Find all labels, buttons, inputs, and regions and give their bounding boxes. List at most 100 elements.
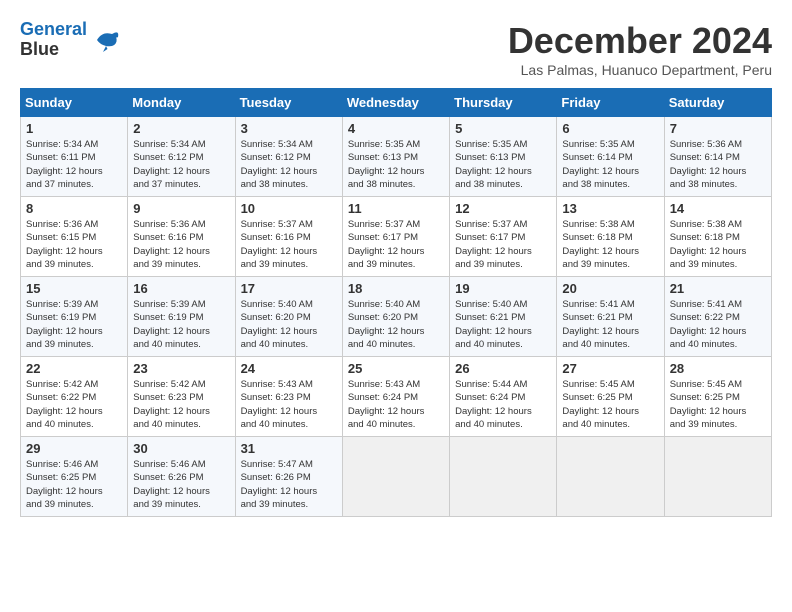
- calendar-cell: 19 Sunrise: 5:40 AM Sunset: 6:21 PM Dayli…: [450, 277, 557, 357]
- calendar-week-row: 8 Sunrise: 5:36 AM Sunset: 6:15 PM Daylig…: [21, 197, 772, 277]
- day-number: 6: [562, 121, 658, 136]
- calendar-cell: 1 Sunrise: 5:34 AM Sunset: 6:11 PM Daylig…: [21, 117, 128, 197]
- calendar-cell: 27 Sunrise: 5:45 AM Sunset: 6:25 PM Dayli…: [557, 357, 664, 437]
- day-number: 29: [26, 441, 122, 456]
- day-info: Sunrise: 5:37 AM Sunset: 6:16 PM Dayligh…: [241, 218, 337, 271]
- day-number: 10: [241, 201, 337, 216]
- calendar-cell: 7 Sunrise: 5:36 AM Sunset: 6:14 PM Daylig…: [664, 117, 771, 197]
- day-number: 18: [348, 281, 444, 296]
- day-info: Sunrise: 5:36 AM Sunset: 6:16 PM Dayligh…: [133, 218, 229, 271]
- calendar-cell: 13Sunrise: 5:38 AM Sunset: 6:18 PM Dayli…: [557, 197, 664, 277]
- calendar-cell: 16Sunrise: 5:39 AM Sunset: 6:19 PM Dayli…: [128, 277, 235, 357]
- col-wednesday: Wednesday: [342, 89, 449, 117]
- col-tuesday: Tuesday: [235, 89, 342, 117]
- day-number: 5: [455, 121, 551, 136]
- day-info: Sunrise: 5:40 AM Sunset: 6:21 PM Dayligh…: [455, 298, 551, 351]
- day-number: 7: [670, 121, 766, 136]
- day-info: Sunrise: 5:40 AM Sunset: 6:20 PM Dayligh…: [241, 298, 337, 351]
- day-info: Sunrise: 5:44 AM Sunset: 6:24 PM Dayligh…: [455, 378, 551, 431]
- day-number: 4: [348, 121, 444, 136]
- day-number: 1: [26, 121, 122, 136]
- calendar-cell: 9 Sunrise: 5:36 AM Sunset: 6:16 PM Daylig…: [128, 197, 235, 277]
- calendar-cell: [664, 437, 771, 517]
- col-saturday: Saturday: [664, 89, 771, 117]
- calendar-week-row: 29 Sunrise: 5:46 AM Sunset: 6:25 PM Dayli…: [21, 437, 772, 517]
- day-info: Sunrise: 5:43 AM Sunset: 6:24 PM Dayligh…: [348, 378, 444, 431]
- calendar-week-row: 22Sunrise: 5:42 AM Sunset: 6:22 PM Dayli…: [21, 357, 772, 437]
- day-number: 15: [26, 281, 122, 296]
- day-number: 23: [133, 361, 229, 376]
- calendar-table: Sunday Monday Tuesday Wednesday Thursday…: [20, 88, 772, 517]
- calendar-cell: 29 Sunrise: 5:46 AM Sunset: 6:25 PM Dayli…: [21, 437, 128, 517]
- day-number: 25: [348, 361, 444, 376]
- day-number: 19: [455, 281, 551, 296]
- day-info: Sunrise: 5:37 AM Sunset: 6:17 PM Dayligh…: [455, 218, 551, 271]
- calendar-cell: 12 Sunrise: 5:37 AM Sunset: 6:17 PM Dayli…: [450, 197, 557, 277]
- col-sunday: Sunday: [21, 89, 128, 117]
- day-info: Sunrise: 5:34 AM Sunset: 6:12 PM Dayligh…: [241, 138, 337, 191]
- col-monday: Monday: [128, 89, 235, 117]
- location: Las Palmas, Huanuco Department, Peru: [508, 62, 772, 78]
- calendar-week-row: 15 Sunrise: 5:39 AM Sunset: 6:19 PM Dayli…: [21, 277, 772, 357]
- day-number: 8: [26, 201, 122, 216]
- day-info: Sunrise: 5:42 AM Sunset: 6:23 PM Dayligh…: [133, 378, 229, 431]
- day-info: Sunrise: 5:43 AM Sunset: 6:23 PM Dayligh…: [241, 378, 337, 431]
- calendar-cell: 20Sunrise: 5:41 AM Sunset: 6:21 PM Dayli…: [557, 277, 664, 357]
- calendar-cell: 21Sunrise: 5:41 AM Sunset: 6:22 PM Dayli…: [664, 277, 771, 357]
- col-friday: Friday: [557, 89, 664, 117]
- calendar-cell: 26 Sunrise: 5:44 AM Sunset: 6:24 PM Dayli…: [450, 357, 557, 437]
- calendar-cell: [450, 437, 557, 517]
- page-header: GeneralBlue December 2024 Las Palmas, Hu…: [20, 20, 772, 78]
- calendar-cell: 31Sunrise: 5:47 AM Sunset: 6:26 PM Dayli…: [235, 437, 342, 517]
- day-info: Sunrise: 5:45 AM Sunset: 6:25 PM Dayligh…: [562, 378, 658, 431]
- calendar-cell: 11Sunrise: 5:37 AM Sunset: 6:17 PM Dayli…: [342, 197, 449, 277]
- day-info: Sunrise: 5:35 AM Sunset: 6:13 PM Dayligh…: [455, 138, 551, 191]
- calendar-cell: 28Sunrise: 5:45 AM Sunset: 6:25 PM Dayli…: [664, 357, 771, 437]
- day-info: Sunrise: 5:37 AM Sunset: 6:17 PM Dayligh…: [348, 218, 444, 271]
- day-info: Sunrise: 5:34 AM Sunset: 6:12 PM Dayligh…: [133, 138, 229, 191]
- day-info: Sunrise: 5:40 AM Sunset: 6:20 PM Dayligh…: [348, 298, 444, 351]
- day-info: Sunrise: 5:38 AM Sunset: 6:18 PM Dayligh…: [562, 218, 658, 271]
- calendar-cell: 4Sunrise: 5:35 AM Sunset: 6:13 PM Daylig…: [342, 117, 449, 197]
- day-info: Sunrise: 5:39 AM Sunset: 6:19 PM Dayligh…: [26, 298, 122, 351]
- calendar-header-row: Sunday Monday Tuesday Wednesday Thursday…: [21, 89, 772, 117]
- day-number: 26: [455, 361, 551, 376]
- calendar-cell: 25 Sunrise: 5:43 AM Sunset: 6:24 PM Dayli…: [342, 357, 449, 437]
- day-number: 9: [133, 201, 229, 216]
- day-number: 2: [133, 121, 229, 136]
- day-number: 22: [26, 361, 122, 376]
- day-info: Sunrise: 5:46 AM Sunset: 6:25 PM Dayligh…: [26, 458, 122, 511]
- calendar-cell: 17 Sunrise: 5:40 AM Sunset: 6:20 PM Dayli…: [235, 277, 342, 357]
- calendar-cell: 18 Sunrise: 5:40 AM Sunset: 6:20 PM Dayli…: [342, 277, 449, 357]
- title-block: December 2024 Las Palmas, Huanuco Depart…: [508, 20, 772, 78]
- calendar-cell: 24 Sunrise: 5:43 AM Sunset: 6:23 PM Dayli…: [235, 357, 342, 437]
- calendar-cell: 30Sunrise: 5:46 AM Sunset: 6:26 PM Dayli…: [128, 437, 235, 517]
- day-number: 24: [241, 361, 337, 376]
- day-info: Sunrise: 5:45 AM Sunset: 6:25 PM Dayligh…: [670, 378, 766, 431]
- day-info: Sunrise: 5:36 AM Sunset: 6:15 PM Dayligh…: [26, 218, 122, 271]
- calendar-cell: 8 Sunrise: 5:36 AM Sunset: 6:15 PM Daylig…: [21, 197, 128, 277]
- day-info: Sunrise: 5:41 AM Sunset: 6:22 PM Dayligh…: [670, 298, 766, 351]
- day-number: 27: [562, 361, 658, 376]
- calendar-cell: 10 Sunrise: 5:37 AM Sunset: 6:16 PM Dayli…: [235, 197, 342, 277]
- month-title: December 2024: [508, 20, 772, 62]
- day-number: 12: [455, 201, 551, 216]
- day-number: 3: [241, 121, 337, 136]
- calendar-cell: 15 Sunrise: 5:39 AM Sunset: 6:19 PM Dayli…: [21, 277, 128, 357]
- day-number: 16: [133, 281, 229, 296]
- day-number: 14: [670, 201, 766, 216]
- day-info: Sunrise: 5:34 AM Sunset: 6:11 PM Dayligh…: [26, 138, 122, 191]
- calendar-cell: 6Sunrise: 5:35 AM Sunset: 6:14 PM Daylig…: [557, 117, 664, 197]
- col-thursday: Thursday: [450, 89, 557, 117]
- day-number: 31: [241, 441, 337, 456]
- day-number: 17: [241, 281, 337, 296]
- logo-bird-icon: [91, 25, 121, 55]
- day-info: Sunrise: 5:41 AM Sunset: 6:21 PM Dayligh…: [562, 298, 658, 351]
- day-info: Sunrise: 5:46 AM Sunset: 6:26 PM Dayligh…: [133, 458, 229, 511]
- day-info: Sunrise: 5:38 AM Sunset: 6:18 PM Dayligh…: [670, 218, 766, 271]
- calendar-cell: 2 Sunrise: 5:34 AM Sunset: 6:12 PM Daylig…: [128, 117, 235, 197]
- calendar-cell: [557, 437, 664, 517]
- calendar-cell: 3 Sunrise: 5:34 AM Sunset: 6:12 PM Daylig…: [235, 117, 342, 197]
- day-info: Sunrise: 5:36 AM Sunset: 6:14 PM Dayligh…: [670, 138, 766, 191]
- logo: GeneralBlue: [20, 20, 121, 60]
